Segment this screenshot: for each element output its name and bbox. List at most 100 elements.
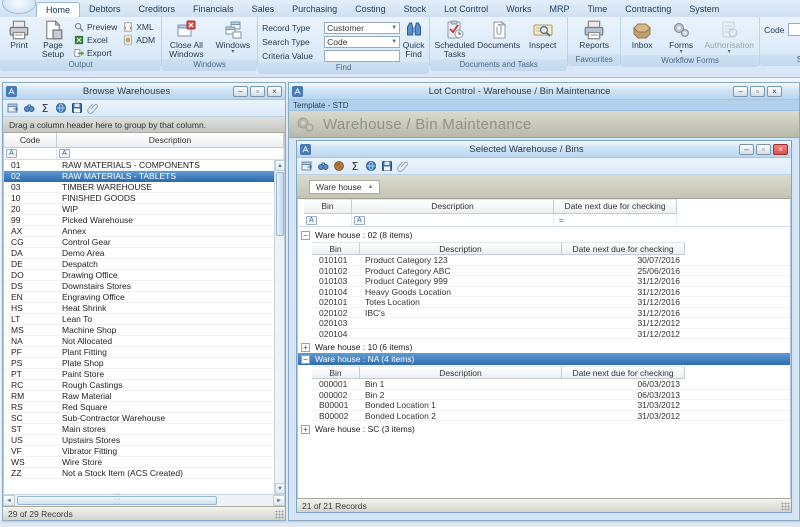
tab-costing[interactable]: Costing [346, 2, 395, 17]
tab-contracting[interactable]: Contracting [616, 2, 680, 17]
warehouse-row-10[interactable]: 10FINISHED GOODS [4, 193, 284, 204]
warehouse-row-99[interactable]: 99Picked Warehouse [4, 215, 284, 226]
bin-row-010104[interactable]: 010104Heavy Goods Location31/12/2016 [312, 287, 790, 298]
tab-works[interactable]: Works [497, 2, 540, 17]
browse-titlebar[interactable]: Browse Warehouses – ▫ × [3, 83, 285, 100]
warehouse-row-RS[interactable]: RSRed Square [4, 402, 284, 413]
bin-row-020104[interactable]: 02010431/12/2012 [312, 329, 790, 340]
expand-icon[interactable]: + [301, 343, 310, 352]
group-row[interactable]: +Ware house : 10 (6 items) [298, 341, 790, 353]
warehouse-row-HS[interactable]: HSHeat Shrink [4, 303, 284, 314]
tab-time[interactable]: Time [579, 2, 617, 17]
documents-button[interactable]: Documents [477, 19, 520, 50]
bin-row-B00001[interactable]: B00001Bonded Location 131/03/2012 [312, 400, 790, 411]
warehouse-row-RM[interactable]: RMRaw Material [4, 391, 284, 402]
column-header-bin[interactable]: Bin [312, 366, 360, 379]
warehouse-row-20[interactable]: 20WIP [4, 204, 284, 215]
print-button[interactable]: Print [4, 19, 34, 50]
group-by-warehouse-button[interactable]: Ware house ▲ [309, 180, 380, 194]
warehouse-row-EN[interactable]: ENEngraving Office [4, 292, 284, 303]
find-icon[interactable] [317, 160, 329, 172]
warehouse-row-AX[interactable]: AXAnnex [4, 226, 284, 237]
globe-icon[interactable] [55, 102, 67, 114]
resize-grip[interactable] [275, 510, 284, 519]
column-header-code[interactable]: Code [4, 133, 57, 148]
bin-row-000002[interactable]: 000002Bin 206/03/2013 [312, 390, 790, 401]
warehouse-row-PS[interactable]: PSPlate Shop [4, 358, 284, 369]
warehouse-row-MS[interactable]: MSMachine Shop [4, 325, 284, 336]
auto-filter-icon[interactable]: A [6, 149, 17, 158]
window-export-icon[interactable] [301, 160, 313, 172]
warehouse-row-DS[interactable]: DSDownstairs Stores [4, 281, 284, 292]
equals-filter-icon[interactable]: = [556, 216, 564, 225]
tab-financials[interactable]: Financials [184, 2, 243, 17]
column-header-description[interactable]: Description [352, 199, 554, 214]
xml-button[interactable]: XML [121, 21, 157, 33]
authorisation-button[interactable]: Authorisation ▾ [703, 19, 755, 55]
maximize-button[interactable]: ▫ [750, 86, 765, 97]
tab-debtors[interactable]: Debtors [80, 2, 130, 17]
warehouse-row-CG[interactable]: CGControl Gear [4, 237, 284, 248]
tab-purchasing[interactable]: Purchasing [283, 2, 346, 17]
scroll-right-icon[interactable]: ► [273, 495, 285, 506]
bin-row-010101[interactable]: 010101Product Category 12330/07/2016 [312, 255, 790, 266]
scrollbar-thumb[interactable] [17, 496, 217, 505]
warehouse-row-LT[interactable]: LTLean To [4, 314, 284, 325]
tab-stock[interactable]: Stock [395, 2, 436, 17]
column-header-date-next-due-for-checking[interactable]: Date next due for checking [562, 242, 685, 255]
window-export-icon[interactable] [7, 102, 19, 114]
scroll-up-icon[interactable]: ▲ [275, 160, 285, 171]
excel-button[interactable]: Excel [72, 34, 119, 46]
scroll-down-icon[interactable]: ▼ [275, 483, 285, 494]
forms-button[interactable]: Forms ▾ [664, 19, 698, 55]
vertical-scrollbar[interactable]: ▲ ▼ [274, 160, 284, 494]
warehouse-row-RC[interactable]: RCRough Castings [4, 380, 284, 391]
bin-row-000001[interactable]: 000001Bin 106/03/2013 [312, 379, 790, 390]
column-header-description[interactable]: Description [360, 366, 562, 379]
lot-titlebar[interactable]: Lot Control - Warehouse / Bin Maintenanc… [289, 83, 799, 100]
warehouse-row-PF[interactable]: PFPlant Fitting [4, 347, 284, 358]
warehouse-row-DO[interactable]: DODrawing Office [4, 270, 284, 281]
search-type-select[interactable]: Code▼ [324, 36, 400, 48]
maximize-button[interactable]: ▫ [250, 86, 265, 97]
column-header-bin[interactable]: Bin [304, 199, 352, 214]
export-button[interactable]: Export [72, 47, 119, 59]
scheduled-tasks-button[interactable]: Scheduled Tasks [434, 19, 475, 59]
group-row[interactable]: +Ware house : SC (3 items) [298, 423, 790, 435]
scroll-left-icon[interactable]: ◄ [3, 495, 15, 506]
warehouse-row-01[interactable]: 01RAW MATERIALS - COMPONENTS [4, 160, 284, 171]
warehouse-row-WS[interactable]: WSWire Store [4, 457, 284, 468]
preview-button[interactable]: Preview [72, 21, 119, 33]
expand-icon[interactable]: + [301, 425, 310, 434]
close-button[interactable]: × [267, 86, 282, 97]
criteria-value-input[interactable] [324, 50, 400, 62]
bins-titlebar[interactable]: Selected Warehouse / Bins – ▫ × [297, 141, 791, 158]
save-icon[interactable] [71, 102, 83, 114]
close-all-windows-button[interactable]: Close All Windows [166, 19, 207, 59]
inspect-button[interactable]: Inspect [522, 19, 563, 50]
save-icon[interactable] [381, 160, 393, 172]
sum-icon[interactable]: Σ [349, 160, 361, 172]
warehouse-row-03[interactable]: 03TIMBER WAREHOUSE [4, 182, 284, 193]
reports-button[interactable]: Reports [572, 19, 616, 50]
warehouse-row-VF[interactable]: VFVibrator Fitting [4, 446, 284, 457]
find-icon[interactable] [23, 102, 35, 114]
page-setup-button[interactable]: Page Setup [36, 19, 70, 59]
code-input[interactable] [788, 23, 800, 36]
bin-row-020102[interactable]: 020102IBC's31/12/2016 [312, 308, 790, 319]
auto-filter-icon[interactable]: A [306, 216, 317, 225]
tab-mrp[interactable]: MRP [541, 2, 579, 17]
minimize-button[interactable]: – [733, 86, 748, 97]
column-header-description[interactable]: Description [57, 133, 284, 148]
column-header-date-next-due-for-checking[interactable]: Date next due for checking [554, 199, 677, 214]
resize-grip[interactable] [781, 502, 790, 511]
adm-button[interactable]: ADM [121, 34, 157, 46]
minimize-button[interactable]: – [233, 86, 248, 97]
warehouse-row-SC[interactable]: SCSub-Contractor Warehouse [4, 413, 284, 424]
tab-sales[interactable]: Sales [243, 2, 284, 17]
collapse-icon[interactable]: − [301, 231, 310, 240]
auto-filter-icon[interactable]: A [354, 216, 365, 225]
warehouse-row-DA[interactable]: DADemo Area [4, 248, 284, 259]
attachment-icon[interactable] [397, 160, 409, 172]
warehouse-row-02[interactable]: 02RAW MATERIALS - TABLETS [4, 171, 284, 182]
